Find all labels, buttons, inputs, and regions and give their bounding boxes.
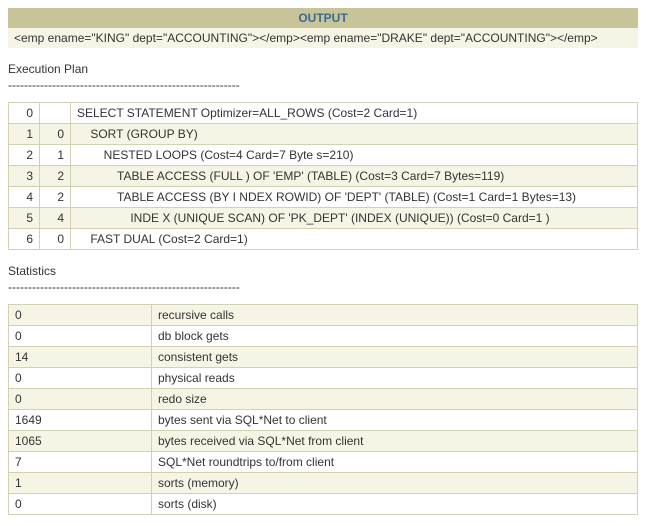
stats-value: 0: [9, 326, 152, 347]
stats-name: bytes sent via SQL*Net to client: [152, 410, 638, 431]
plan-row-operation: INDE X (UNIQUE SCAN) OF 'PK_DEPT' (INDEX…: [71, 208, 638, 229]
plan-row-operation: TABLE ACCESS (BY I NDEX ROWID) OF 'DEPT'…: [71, 187, 638, 208]
stats-row: 0sorts (disk): [9, 494, 638, 515]
stats-name: physical reads: [152, 368, 638, 389]
plan-row-id: 2: [9, 145, 40, 166]
plan-row-operation: SELECT STATEMENT Optimizer=ALL_ROWS (Cos…: [71, 103, 638, 124]
stats-value: 0: [9, 305, 152, 326]
stats-value: 0: [9, 389, 152, 410]
plan-row-parent: 2: [40, 187, 71, 208]
stats-row: 7SQL*Net roundtrips to/from client: [9, 452, 638, 473]
statistics-label: Statistics: [8, 264, 638, 278]
stats-row: 1065bytes received via SQL*Net from clie…: [9, 431, 638, 452]
plan-row: 10 SORT (GROUP BY): [9, 124, 638, 145]
execution-plan-table: 0SELECT STATEMENT Optimizer=ALL_ROWS (Co…: [8, 102, 638, 250]
plan-row-parent: 0: [40, 124, 71, 145]
stats-row: 0recursive calls: [9, 305, 638, 326]
plan-row-id: 6: [9, 229, 40, 250]
stats-row: 1sorts (memory): [9, 473, 638, 494]
plan-row: 54 INDE X (UNIQUE SCAN) OF 'PK_DEPT' (IN…: [9, 208, 638, 229]
stats-name: bytes received via SQL*Net from client: [152, 431, 638, 452]
stats-name: SQL*Net roundtrips to/from client: [152, 452, 638, 473]
execution-plan-label: Execution Plan: [8, 62, 638, 76]
stats-row: 0redo size: [9, 389, 638, 410]
plan-row-id: 1: [9, 124, 40, 145]
plan-row: 32 TABLE ACCESS (FULL ) OF 'EMP' (TABLE)…: [9, 166, 638, 187]
plan-row: 21 NESTED LOOPS (Cost=4 Card=7 Byte s=21…: [9, 145, 638, 166]
plan-row: 42 TABLE ACCESS (BY I NDEX ROWID) OF 'DE…: [9, 187, 638, 208]
plan-row-parent: 4: [40, 208, 71, 229]
stats-value: 0: [9, 494, 152, 515]
stats-value: 1: [9, 473, 152, 494]
stats-name: db block gets: [152, 326, 638, 347]
plan-row-parent: 0: [40, 229, 71, 250]
stats-row: 1649bytes sent via SQL*Net to client: [9, 410, 638, 431]
plan-row: 60 FAST DUAL (Cost=2 Card=1): [9, 229, 638, 250]
stats-value: 0: [9, 368, 152, 389]
stats-name: sorts (disk): [152, 494, 638, 515]
plan-row-parent: [40, 103, 71, 124]
output-xml-row: <emp ename="KING" dept="ACCOUNTING"></em…: [8, 28, 638, 48]
plan-row-id: 4: [9, 187, 40, 208]
statistics-table: 0recursive calls0db block gets14consiste…: [8, 304, 638, 515]
stats-name: consistent gets: [152, 347, 638, 368]
stats-value: 7: [9, 452, 152, 473]
stats-row: 0physical reads: [9, 368, 638, 389]
plan-row: 0 SELECT STATEMENT Optimizer=ALL_ROWS (Co…: [9, 103, 638, 124]
plan-row-parent: 1: [40, 145, 71, 166]
plan-row-operation: TABLE ACCESS (FULL ) OF 'EMP' (TABLE) (C…: [71, 166, 638, 187]
statistics-dashes: ----------------------------------------…: [8, 280, 638, 294]
stats-name: sorts (memory): [152, 473, 638, 494]
stats-row: 0db block gets: [9, 326, 638, 347]
stats-name: redo size: [152, 389, 638, 410]
plan-row-id: 0: [9, 103, 40, 124]
stats-name: recursive calls: [152, 305, 638, 326]
plan-row-id: 3: [9, 166, 40, 187]
stats-value: 1649: [9, 410, 152, 431]
output-header: OUTPUT: [8, 8, 638, 28]
plan-row-parent: 2: [40, 166, 71, 187]
plan-row-id: 5: [9, 208, 40, 229]
plan-row-operation: NESTED LOOPS (Cost=4 Card=7 Byte s=210): [71, 145, 638, 166]
plan-row-operation: FAST DUAL (Cost=2 Card=1): [71, 229, 638, 250]
stats-value: 1065: [9, 431, 152, 452]
stats-value: 14: [9, 347, 152, 368]
execution-plan-dashes: ----------------------------------------…: [8, 78, 638, 92]
plan-row-operation: SORT (GROUP BY): [71, 124, 638, 145]
stats-row: 14consistent gets: [9, 347, 638, 368]
